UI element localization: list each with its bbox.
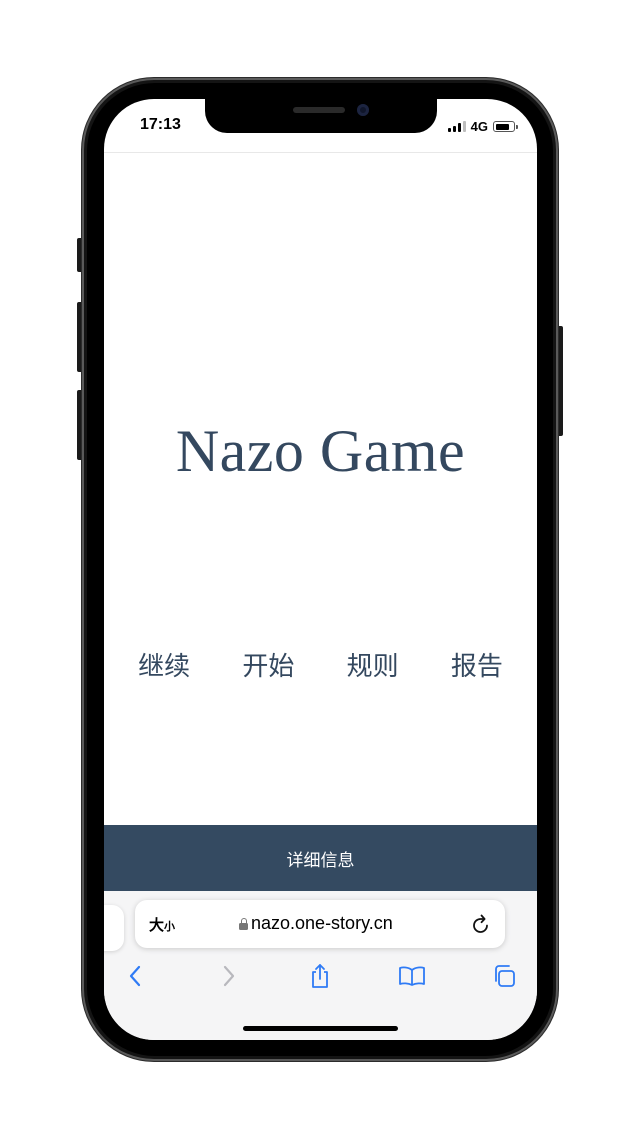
menu-item-report[interactable]: 报告 — [445, 642, 509, 687]
back-icon[interactable] — [118, 961, 152, 991]
main-menu: 继续 开始 规则 报告 — [104, 642, 537, 687]
earpiece-speaker — [293, 107, 345, 113]
menu-item-rules[interactable]: 规则 — [341, 642, 405, 687]
details-button[interactable]: 详细信息 — [104, 825, 537, 891]
address-bar[interactable]: 大小 nazo.one-story.cn — [135, 900, 505, 948]
previous-tab-preview[interactable] — [104, 905, 124, 951]
page-title: Nazo Game — [175, 418, 466, 484]
notch — [205, 99, 437, 133]
text-size-large-label: 大 — [149, 916, 165, 934]
status-time: 17:13 — [140, 116, 181, 133]
tabs-icon[interactable] — [487, 961, 521, 991]
phone-screen: 17:13 4G Nazo Game 继续 开始 规则 报告 详细信息 大小 n… — [104, 99, 537, 1040]
menu-item-continue[interactable]: 继续 — [132, 642, 196, 687]
url-display[interactable]: nazo.one-story.cn — [239, 913, 393, 934]
battery-icon — [493, 121, 518, 132]
bookmarks-icon[interactable] — [395, 961, 429, 991]
device-mockup: 17:13 4G Nazo Game 继续 开始 规则 报告 详细信息 大小 n… — [0, 0, 640, 1139]
forward-icon[interactable] — [212, 961, 246, 991]
lock-icon — [239, 917, 248, 930]
text-size-button[interactable]: 大小 — [149, 914, 175, 935]
status-indicators: 4G — [447, 119, 518, 134]
browser-chrome: 大小 nazo.one-story.cn — [104, 891, 537, 1040]
front-camera — [357, 104, 369, 116]
text-size-small-label: 小 — [164, 920, 176, 933]
network-type: 4G — [470, 119, 488, 134]
cellular-signal-icon — [447, 121, 466, 132]
reload-icon[interactable] — [471, 913, 491, 939]
browser-toolbar — [104, 961, 537, 991]
share-icon[interactable] — [303, 961, 337, 991]
menu-item-start[interactable]: 开始 — [236, 642, 300, 687]
url-text: nazo.one-story.cn — [251, 913, 393, 933]
home-indicator[interactable] — [243, 1026, 398, 1031]
status-divider — [104, 152, 537, 153]
